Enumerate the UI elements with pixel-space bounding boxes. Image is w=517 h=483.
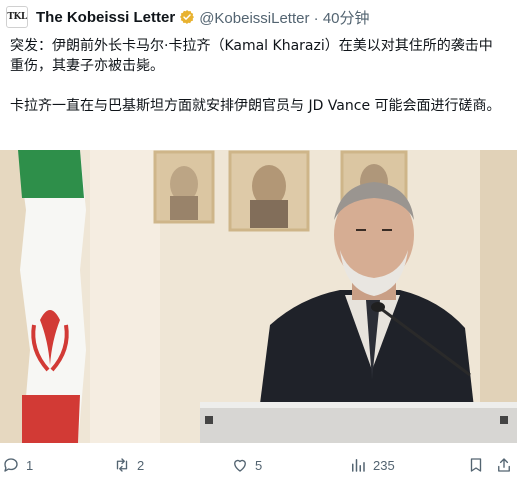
podium — [200, 402, 517, 443]
tweet-paragraph-1: 突发：伊朗前外长卡马尔·卡拉齐（Kamal Kharazi）在美以对其住所的袭击… — [10, 38, 493, 74]
bookmark-button[interactable] — [467, 452, 489, 478]
avatar[interactable]: TKL — [6, 6, 28, 28]
tweet-photo[interactable] — [0, 150, 517, 443]
like-count: 5 — [255, 457, 263, 473]
reply-count: 1 — [26, 457, 34, 473]
like-icon — [234, 459, 246, 472]
views-count: 235 — [373, 457, 395, 473]
bookmark-icon — [470, 458, 482, 472]
display-name[interactable]: The Kobeissi Letter — [36, 9, 175, 26]
like-button[interactable]: 5 — [231, 452, 262, 478]
views-button[interactable]: 235 — [349, 452, 395, 478]
reply-icon — [4, 458, 18, 472]
repost-icon — [116, 458, 128, 472]
repost-button[interactable]: 2 — [113, 452, 144, 478]
share-icon — [498, 458, 510, 472]
reply-button[interactable]: 1 — [2, 452, 33, 478]
repost-count: 2 — [137, 457, 145, 473]
tweet-header: TKL The Kobeissi Letter @KobeissiLetter … — [6, 6, 370, 28]
share-button[interactable] — [495, 452, 517, 478]
tweet-card[interactable]: TKL The Kobeissi Letter @KobeissiLetter … — [0, 0, 517, 483]
handle-and-time[interactable]: @KobeissiLetter · 40分钟 — [199, 7, 369, 28]
views-icon — [352, 459, 365, 472]
iran-flag — [18, 150, 86, 443]
tweet-text: 突发：伊朗前外长卡马尔·卡拉齐（Kamal Kharazi）在美以对其住所的袭击… — [10, 36, 506, 116]
verified-badge-icon — [180, 10, 195, 24]
tweet-paragraph-2: 卡拉齐一直在与巴基斯坦方面就安排伊朗官员与 JD Vance 可能会面进行磋商。 — [10, 98, 501, 114]
action-bar: 1 2 5 235 — [0, 452, 517, 478]
photo-illustration — [0, 150, 517, 443]
